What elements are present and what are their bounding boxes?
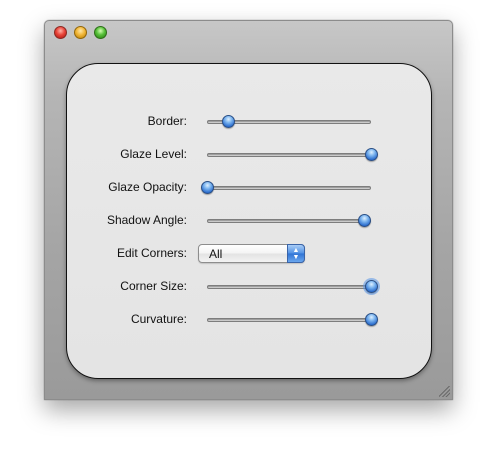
glaze-opacity-label: Glaze Opacity:: [108, 180, 187, 194]
corner-size-label: Corner Size:: [120, 279, 187, 293]
glaze-level-slider[interactable]: [207, 153, 371, 157]
curvature-row: Curvature:: [67, 308, 431, 332]
shadow-angle-slider-thumb[interactable]: [358, 214, 372, 227]
resize-grip-icon[interactable]: [439, 386, 450, 397]
shadow-angle-slider[interactable]: [207, 219, 371, 223]
minimize-button[interactable]: [74, 26, 87, 39]
glaze-level-label: Glaze Level:: [120, 147, 187, 161]
corner-size-slider[interactable]: [207, 285, 371, 289]
border-row: Border:: [67, 110, 431, 134]
edit-corners-label: Edit Corners:: [116, 246, 187, 260]
corner-size-row: Corner Size:: [67, 275, 431, 299]
glaze-level-slider-thumb[interactable]: [365, 148, 378, 161]
curvature-slider[interactable]: [207, 318, 371, 322]
curvature-label: Curvature:: [130, 312, 187, 326]
updown-arrows-icon: ▲ ▼: [287, 244, 305, 263]
close-button[interactable]: [54, 26, 67, 39]
glaze-opacity-slider-thumb[interactable]: [201, 181, 214, 194]
corner-size-slider-thumb[interactable]: [365, 280, 378, 293]
zoom-button[interactable]: [94, 26, 107, 39]
edit-corners-row: Edit Corners: All ▲ ▼: [67, 242, 431, 266]
edit-corners-value: All: [209, 247, 223, 261]
shadow-angle-label: Shadow Angle:: [106, 213, 187, 227]
app-window: Border: Glaze Level: Glaze Opacity: Shad…: [44, 20, 453, 400]
curvature-slider-thumb[interactable]: [365, 313, 378, 326]
settings-panel: Border: Glaze Level: Glaze Opacity: Shad…: [66, 63, 432, 379]
shadow-angle-row: Shadow Angle:: [67, 209, 431, 233]
glaze-opacity-slider[interactable]: [207, 186, 371, 190]
border-slider-thumb[interactable]: [222, 115, 236, 128]
border-label: Border:: [147, 114, 187, 128]
glaze-opacity-row: Glaze Opacity:: [67, 176, 431, 200]
edit-corners-popup[interactable]: All ▲ ▼: [198, 244, 305, 263]
glaze-level-row: Glaze Level:: [67, 143, 431, 167]
